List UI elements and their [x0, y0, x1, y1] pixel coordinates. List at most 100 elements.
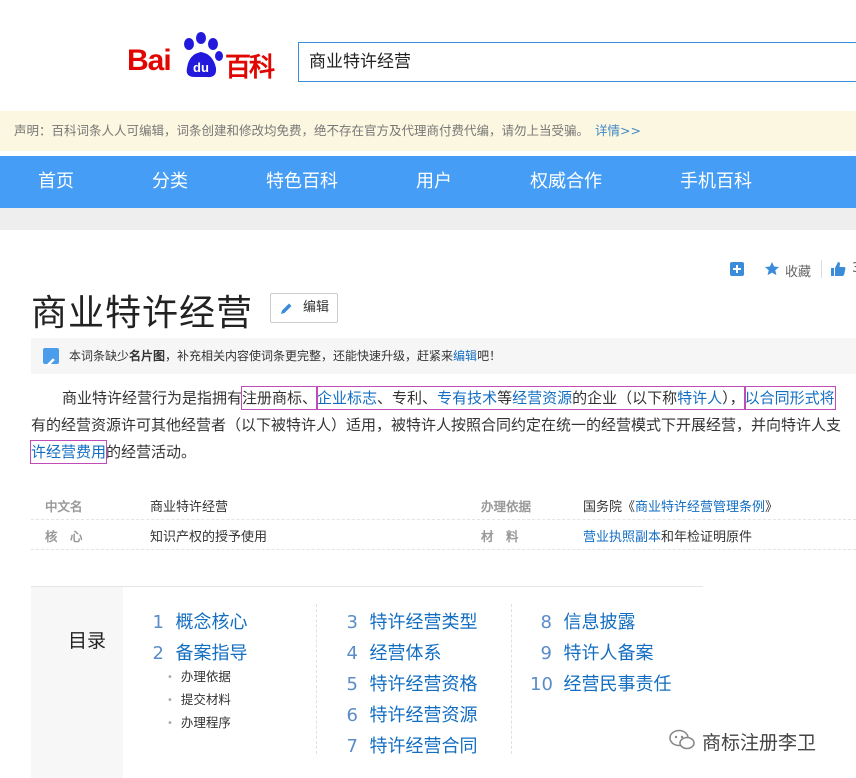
logo-text-du: du	[193, 60, 209, 75]
summary-text: 的企业（以下称	[572, 389, 678, 407]
edit-tip-icon	[43, 348, 59, 366]
pencil-icon	[281, 303, 292, 314]
logo-text-bai: Bai	[127, 44, 172, 77]
tip-prefix: 本词条缺少	[69, 349, 130, 363]
catalog-num: 2	[152, 643, 164, 664]
catalog-num: 3	[346, 612, 358, 633]
info-value-prefix: 国务院《	[583, 500, 636, 515]
info-row: 核 心 知识产权的授予使用 材 料 营业执照副本和年检证明原件	[31, 520, 856, 550]
catalog-num: 7	[346, 736, 358, 757]
notice-text: 声明：百科词条人人可编辑，词条创建和修改均免费，绝不存在官方及代理商付费代编，请…	[14, 123, 590, 138]
catalog-num: 6	[346, 705, 358, 726]
summary-line-1: 商业特许经营行为是指拥有注册商标、企业标志、专利、专有技术等经营资源的企业（以下…	[31, 385, 856, 412]
summary-line-2: 有的经营资源许可其他经营者（以下被特许人）适用，被特许人按照合同约定在统一的经营…	[31, 412, 856, 439]
link-franchise-fee[interactable]: 许经营费用	[29, 440, 108, 464]
catalog-sidebar	[31, 587, 123, 778]
baidu-baike-logo[interactable]: Bai du 百科	[127, 30, 277, 83]
catalog-divider	[316, 604, 317, 754]
highlight-resources: 企业标志、专利、专有技术等经营资源的企业（以下称特许人），	[316, 386, 746, 410]
catalog-num: 9	[540, 643, 552, 664]
thumbs-up-icon[interactable]	[830, 261, 846, 277]
link-contract-form[interactable]: 以合同形式将	[743, 386, 836, 410]
info-label: 中文名	[45, 499, 83, 514]
tip-bold: 名片图	[129, 349, 166, 363]
catalog-subitem[interactable]: 办理程序	[167, 712, 231, 731]
info-value-suffix: 》	[765, 500, 779, 515]
nav-item-user[interactable]: 用户	[416, 156, 452, 208]
catalog-divider	[511, 604, 512, 754]
highlight-registered-trademark: 注册商标、	[241, 386, 319, 410]
catalog-label: 概念核心	[175, 612, 248, 633]
logo-text-baike: 百科	[225, 53, 275, 83]
basic-info-table: 中文名 商业特许经营 办理依据 国务院《商业特许经营管理条例》 核 心 知识产权…	[31, 490, 856, 550]
summary-text: ），	[722, 389, 745, 407]
wechat-icon	[669, 729, 695, 750]
info-label: 办理依据	[481, 499, 532, 514]
main-navbar: 首页 分类 特色百科 用户 权威合作 手机百科	[0, 156, 856, 208]
catalog-label: 特许经营资格	[369, 674, 478, 695]
link-proprietary-tech[interactable]: 专有技术	[437, 389, 497, 407]
catalog-item[interactable]: 7 特许经营合同	[344, 732, 478, 758]
catalog-label: 特许人备案	[563, 643, 654, 664]
watermark-text: 商标注册李卫	[702, 732, 817, 754]
catalog-item[interactable]: 6 特许经营资源	[344, 701, 478, 727]
catalog-label: 备案指导	[175, 643, 248, 664]
add-icon[interactable]	[730, 262, 744, 276]
link-business-resources[interactable]: 经营资源	[512, 389, 572, 407]
catalog-label: 特许经营类型	[369, 612, 478, 633]
tip-edit-link[interactable]: 编辑	[453, 349, 477, 363]
catalog-item[interactable]: 10 经营民事责任	[530, 670, 671, 696]
info-value: 知识产权的授予使用	[150, 530, 268, 545]
notice-more-link[interactable]: 详情>>	[595, 123, 641, 138]
nav-item-category[interactable]: 分类	[152, 156, 188, 208]
catalog-item[interactable]: 2 备案指导	[150, 639, 248, 665]
summary-text: 商业特许经营行为是指拥有	[62, 389, 243, 407]
sub-navbar	[0, 208, 856, 230]
catalog-num: 8	[540, 612, 552, 633]
catalog-subitem[interactable]: 办理依据	[167, 666, 231, 685]
tip-suffix: 吧！	[477, 349, 502, 363]
catalog-subitem[interactable]: 提交材料	[167, 689, 231, 708]
link-franchise-regulation[interactable]: 商业特许经营管理条例	[635, 500, 765, 515]
summary-text: 、专利、	[377, 389, 438, 407]
catalog-num: 4	[346, 643, 358, 664]
catalog-item[interactable]: 9 特许人备案	[530, 639, 654, 665]
catalog-item[interactable]: 5 特许经营资格	[344, 670, 478, 696]
edit-button[interactable]: 编辑	[270, 293, 338, 323]
info-value: 国务院《商业特许经营管理条例》	[583, 496, 778, 515]
info-label: 核 心	[45, 529, 83, 544]
tip-middle: ，补充相关内容使词条更完整，还能快速升级，赶紧来	[165, 349, 454, 363]
link-business-license[interactable]: 营业执照副本	[583, 530, 661, 545]
tip-text: 本词条缺少名片图，补充相关内容使词条更完整，还能快速升级，赶紧来编辑吧！	[69, 338, 501, 374]
catalog-item[interactable]: 8 信息披露	[530, 608, 636, 634]
edit-button-label: 编辑	[302, 300, 329, 315]
summary-line-3: 许经营费用的经营活动。	[29, 439, 856, 466]
like-count: 3	[852, 261, 856, 276]
nav-item-mobile[interactable]: 手机百科	[680, 156, 752, 208]
link-enterprise-logo[interactable]: 企业标志	[317, 389, 377, 407]
summary-text: 有的经营资源许可其他经营者（以下被特许人）适用，被特许人按照合同约定在统一的经营…	[31, 416, 842, 434]
catalog-label: 特许经营资源	[369, 705, 478, 726]
star-icon[interactable]	[764, 261, 780, 277]
catalog-num: 1	[152, 612, 164, 633]
catalog-top-border	[31, 586, 703, 587]
catalog-item[interactable]: 4 经营体系	[344, 639, 442, 665]
catalog-item[interactable]: 3 特许经营类型	[344, 608, 478, 634]
info-value: 商业特许经营	[150, 500, 229, 515]
entry-summary: 商业特许经营行为是指拥有注册商标、企业标志、专利、专有技术等经营资源的企业（以下…	[29, 385, 856, 466]
paw-logo-icon: du	[184, 32, 223, 78]
search-input[interactable]: 商业特许经营	[298, 42, 856, 82]
catalog-label: 经营民事责任	[563, 674, 672, 695]
tools-divider	[821, 260, 822, 278]
link-franchisor[interactable]: 特许人	[677, 389, 722, 407]
catalog-item[interactable]: 1 概念核心	[150, 608, 248, 634]
catalog-label: 信息披露	[563, 612, 636, 633]
catalog-num: 10	[530, 674, 553, 695]
collect-label[interactable]: 收藏	[785, 261, 811, 280]
nav-item-featured[interactable]: 特色百科	[266, 156, 338, 208]
missing-image-tip: 本词条缺少名片图，补充相关内容使词条更完整，还能快速升级，赶紧来编辑吧！	[31, 338, 856, 374]
nav-item-authority[interactable]: 权威合作	[530, 156, 602, 208]
catalog-label: 特许经营合同	[369, 736, 478, 757]
nav-item-home[interactable]: 首页	[38, 156, 74, 208]
catalog-heading: 目录	[68, 630, 107, 652]
